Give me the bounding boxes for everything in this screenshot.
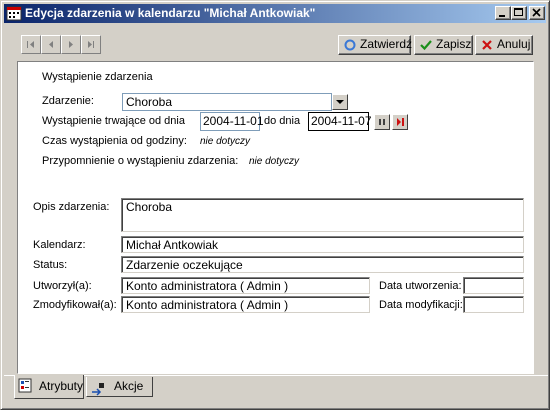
maximize-icon (514, 8, 523, 16)
checkmark-icon (420, 40, 432, 51)
modified-by-value: Konto administratora ( Admin ) (126, 298, 289, 312)
date-from-field[interactable]: 2004-11-01 (200, 112, 264, 131)
skip-end-icon (397, 118, 404, 126)
dialog-window: Edycja zdarzenia w kalendarzu "Michał An… (0, 0, 550, 410)
tab-strip-edge (4, 375, 548, 376)
window-title: Edycja zdarzenia w kalendarzu "Michał An… (25, 6, 316, 20)
modified-date-label: Data modyfikacji: (379, 299, 463, 311)
modified-by-label: Zmodyfikował(a): (33, 299, 117, 311)
chevron-down-icon (336, 100, 344, 104)
modified-by-field[interactable]: Konto administratora ( Admin ) (121, 296, 370, 313)
confirm-button[interactable]: Zatwierdź (338, 35, 413, 55)
previous-record-button[interactable] (41, 35, 61, 54)
minimize-button[interactable] (495, 6, 511, 20)
calendar-value: Michał Antkowiak (126, 238, 219, 252)
cancel-button[interactable]: Anuluj (475, 35, 533, 55)
time-label: Czas wystąpienia od godziny: (42, 135, 187, 147)
date-to-field[interactable]: 2004-11-07 (308, 112, 372, 131)
created-by-field[interactable]: Konto administratora ( Admin ) (121, 277, 370, 294)
minimize-icon (499, 15, 505, 17)
calendar-label: Kalendarz: (33, 239, 86, 251)
status-value: Zdarzenie oczekujące (126, 258, 243, 272)
previous-record-icon (49, 41, 53, 48)
attributes-panel: Wystąpienie zdarzenia Zdarzenie: Choroba… (17, 61, 534, 374)
first-record-icon (27, 41, 34, 48)
reminder-value: nie dotyczy (249, 156, 300, 167)
event-select[interactable]: Choroba (122, 93, 332, 111)
reminder-label: Przypomnienie o wystąpieniu zdarzenia: (42, 155, 239, 167)
created-date-field[interactable] (463, 277, 524, 294)
confirm-icon (344, 39, 356, 51)
description-field[interactable]: Choroba (121, 198, 524, 232)
status-label: Status: (33, 259, 68, 271)
app-calendar-icon (6, 5, 22, 21)
description-label: Opis zdarzenia: (33, 201, 110, 213)
maximize-button[interactable] (511, 6, 527, 20)
confirm-label: Zatwierdź (360, 37, 413, 51)
close-button[interactable] (529, 6, 545, 20)
actions-icon (92, 383, 104, 396)
created-by-value: Konto administratora ( Admin ) (126, 279, 289, 293)
section-title: Wystąpienie zdarzenia (42, 71, 153, 83)
to-label: do dnia (264, 115, 301, 127)
description-value: Choroba (126, 200, 173, 214)
date-to-value: 2004-11-07 (311, 114, 372, 128)
close-icon (532, 8, 541, 17)
tab-attributes[interactable]: Atrybuty (14, 375, 84, 399)
event-label: Zdarzenie: (42, 95, 94, 107)
cancel-x-icon (482, 40, 492, 50)
calendar-field[interactable]: Michał Antkowiak (121, 236, 524, 253)
tab-actions[interactable]: Akcje (86, 377, 153, 397)
date-from-value: 2004-11-01 (203, 114, 264, 128)
tab-actions-label: Akcje (114, 379, 144, 393)
next-record-button[interactable] (61, 35, 81, 54)
title-bar[interactable]: Edycja zdarzenia w kalendarzu "Michał An… (4, 4, 546, 23)
pause-icon (379, 119, 385, 125)
save-label: Zapisz (436, 37, 472, 51)
attributes-icon (18, 378, 32, 393)
last-record-button[interactable] (81, 35, 101, 54)
duration-label: Wystąpienie trwające od dnia (42, 115, 185, 127)
pause-button[interactable] (374, 114, 390, 130)
event-dropdown-button[interactable] (332, 94, 348, 110)
skip-end-button[interactable] (392, 114, 408, 130)
modified-date-field[interactable] (463, 296, 524, 313)
tab-attributes-label: Atrybuty (39, 379, 84, 393)
event-select-value: Choroba (126, 95, 173, 109)
status-field[interactable]: Zdarzenie oczekujące (121, 256, 524, 273)
cancel-label: Anuluj (497, 37, 531, 51)
created-date-label: Data utworzenia: (379, 280, 462, 292)
first-record-button[interactable] (21, 35, 41, 54)
created-by-label: Utworzył(a): (33, 280, 92, 292)
last-record-icon (88, 41, 94, 48)
time-value: nie dotyczy (200, 136, 251, 147)
next-record-icon (69, 41, 73, 48)
save-button[interactable]: Zapisz (414, 35, 473, 55)
